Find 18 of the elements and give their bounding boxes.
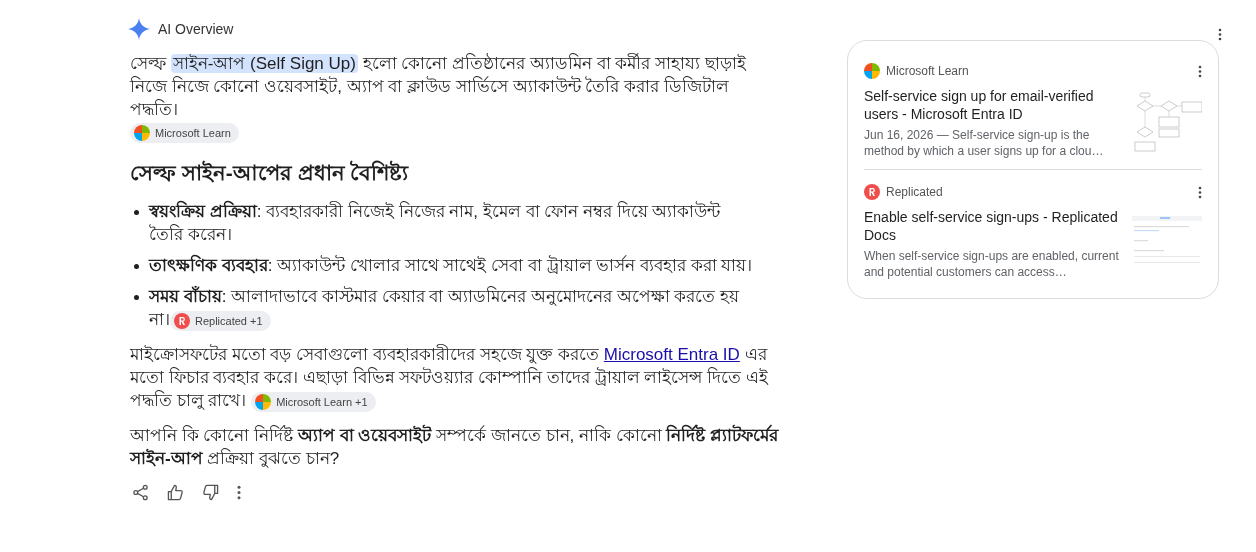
bullet-text: তাৎক্ষণিক ব্যবহার: অ্যাকাউন্ট খোলার সাথে সাথেই সেবা বা ট্রায়াল ভার্সন ব্যবহার করা যায়। [149, 254, 754, 277]
intro-paragraph: সেল্ফ সাইন-আপ (Self Sign Up) হলো কোনো প্রতিষ্ঠানের অ্যাডমিন বা কর্মীর সাহায্য ছাড়াই নিজে নিজে কোনো ওয়েবসাইট, অ্যাপ বা ক্লাউড সার্ভিসে অ্যাকাউন্ট তৈরি করার ডিজিটাল পদ্ধতি। [130, 52, 748, 121]
bullet-text: স্বয়ংক্রিয় প্রক্রিয়া: ব্যবহারকারী নিজেই নিজের নাম, ইমেল বা ফোন নম্বর দিয়ে অ্যাকাউন্ট তৈরি করেন। [149, 200, 722, 246]
bullet-text: সময় বাঁচায়: আলাদাভাবে কাস্টমার কেয়ার বা অ্যাডমিনের অনুমোদনের অপেক্ষা করতে হয় না। Replicated +1 [149, 285, 741, 331]
link[interactable]: Microsoft Entra ID [603, 345, 740, 364]
source-chip[interactable]: Microsoft Learn +1 [251, 391, 376, 412]
source-chip[interactable]: Replicated +1 [170, 310, 271, 331]
source-chip[interactable]: Microsoft Learn [130, 123, 239, 143]
question-paragraph: আপনি কি কোনো নির্দিষ্ট অ্যাপ বা ওয়েবসাইট সম্পর্কে জানতে চান, নাকি কোনো নির্দিষ্ট প্ল্যাটফর্মের সাইন-আপ প্রক্রিয়া বুঝতে চান? [130, 424, 780, 470]
source-snippet: Jun 16, 2026 — Self-service sign-up is the method by which a user signs up for a clou… [864, 127, 1105, 159]
source-title-link[interactable]: Enable self-service sign-ups - Replicated Docs [864, 208, 1122, 244]
overview-title: AI Overview [158, 21, 234, 37]
source-title-link[interactable]: Self-service sign up for email-verified users - Microsoft Entra ID [864, 87, 1122, 123]
section-heading: সেল্ফ সাইন-আপের প্রধান বৈশিষ্ট্য [130, 159, 410, 186]
site-name: Microsoft Learn [886, 64, 970, 78]
site-name: Replicated [886, 185, 944, 199]
source-snippet: When self-service sign-ups are enabled, current and potential customers can access… [864, 248, 1120, 280]
body-paragraph: মাইক্রোসফটের মতো বড় সেবাগুলো ব্যবহারকারীদের সহজে যুক্ত করতে Microsoft Entra ID এর মতো ফিচার ব্যবহার করে। এছাড়া বিভিন্ন সফটওয়্যার কোম্পানি তাদের ট্রায়াল লাইসেন্স দিতে এই পদ্ধতি চালু রাখে। Microsoft Learn +1 [130, 343, 770, 412]
